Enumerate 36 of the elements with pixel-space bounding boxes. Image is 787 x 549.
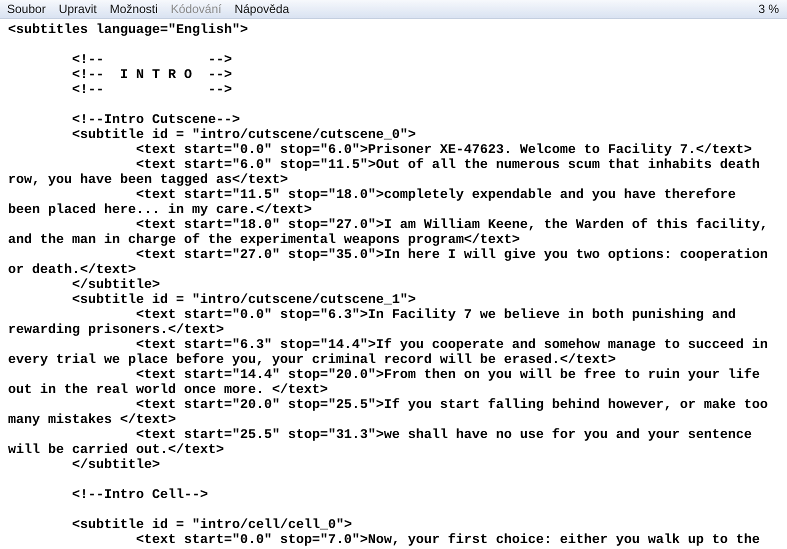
menu-item[interactable]: Možnosti	[110, 0, 158, 18]
code-line: </subtitle>	[71, 458, 161, 473]
code-line: out in the real world once more. </text>	[8, 383, 329, 398]
code-line: </subtitle>	[71, 278, 161, 293]
code-line: and the man in charge of the experimental weapons program</text>	[8, 233, 521, 248]
code-line: <text start="14.4" stop="20.0">From then on you will be free to ruin your life	[134, 368, 761, 383]
code-line: <text start="11.5" stop="18.0">completely expendable and you have therefore	[134, 188, 737, 203]
code-line: <text start="0.0" stop="6.3">In Facility 7 we believe in both punishing and	[134, 308, 737, 323]
code-line: <text start="27.0" stop="35.0">In here I will give you two options: cooperation	[136, 248, 769, 263]
code-line: every trial we place before you, your criminal record will be erased.</text>	[8, 353, 617, 368]
menu-item[interactable]: Soubor	[7, 0, 46, 18]
code-line: been placed here... in my care.</text>	[8, 203, 313, 218]
menu-item[interactable]: Upravit	[58, 0, 97, 18]
code-line: <!-- -->	[71, 53, 233, 68]
code-line: <text start="0.0" stop="7.0">Now, your first choice: either you walk up to the	[134, 533, 761, 548]
code-line: <text start="18.0" stop="27.0">I am William Keene, the Warden of this facility,	[134, 218, 769, 233]
code-line: <!-- I N T R O -->	[71, 68, 233, 83]
code-line: will be carried out.</text>	[8, 443, 225, 458]
code-line: <!-- -->	[71, 83, 233, 98]
code-line: <subtitle id = "intro/cutscene/cutscene_1">	[71, 293, 417, 308]
code-line: <text start="25.5" stop="31.3">we shall have no use for you and your sentence	[134, 428, 753, 443]
code-line: <text start="6.0" stop="11.5">Out of all the numerous scum that inhabits death	[134, 158, 761, 173]
code-line: <subtitle id = "intro/cell/cell_0">	[71, 518, 353, 533]
code-line: row, you have been tagged as</text>	[8, 173, 289, 188]
code-line: <subtitles language="English">	[8, 23, 249, 38]
code-line: <subtitle id = "intro/cutscene/cutscene_0">	[71, 128, 417, 143]
code-line: <!--Intro Cutscene-->	[71, 113, 241, 128]
code-line: or death.</text>	[8, 263, 137, 278]
code-line: <text start="0.0" stop="6.0">Prisoner XE-47623. Welcome to Facility 7.</text>	[134, 143, 753, 158]
code-line: <text start="6.3" stop="14.4">If you cooperate and somehow manage to succeed in	[134, 338, 769, 353]
zoom-level[interactable]: 3 %	[758, 0, 779, 18]
code-line: <text start="20.0" stop="25.5">If you start falling behind however, or make too	[134, 398, 769, 413]
code-line: many mistakes </text>	[8, 413, 177, 428]
menu-item[interactable]: Nápověda	[234, 0, 290, 18]
code-line: <!--Intro Cell-->	[71, 488, 209, 503]
code-line: rewarding prisoners.</text>	[8, 323, 225, 338]
